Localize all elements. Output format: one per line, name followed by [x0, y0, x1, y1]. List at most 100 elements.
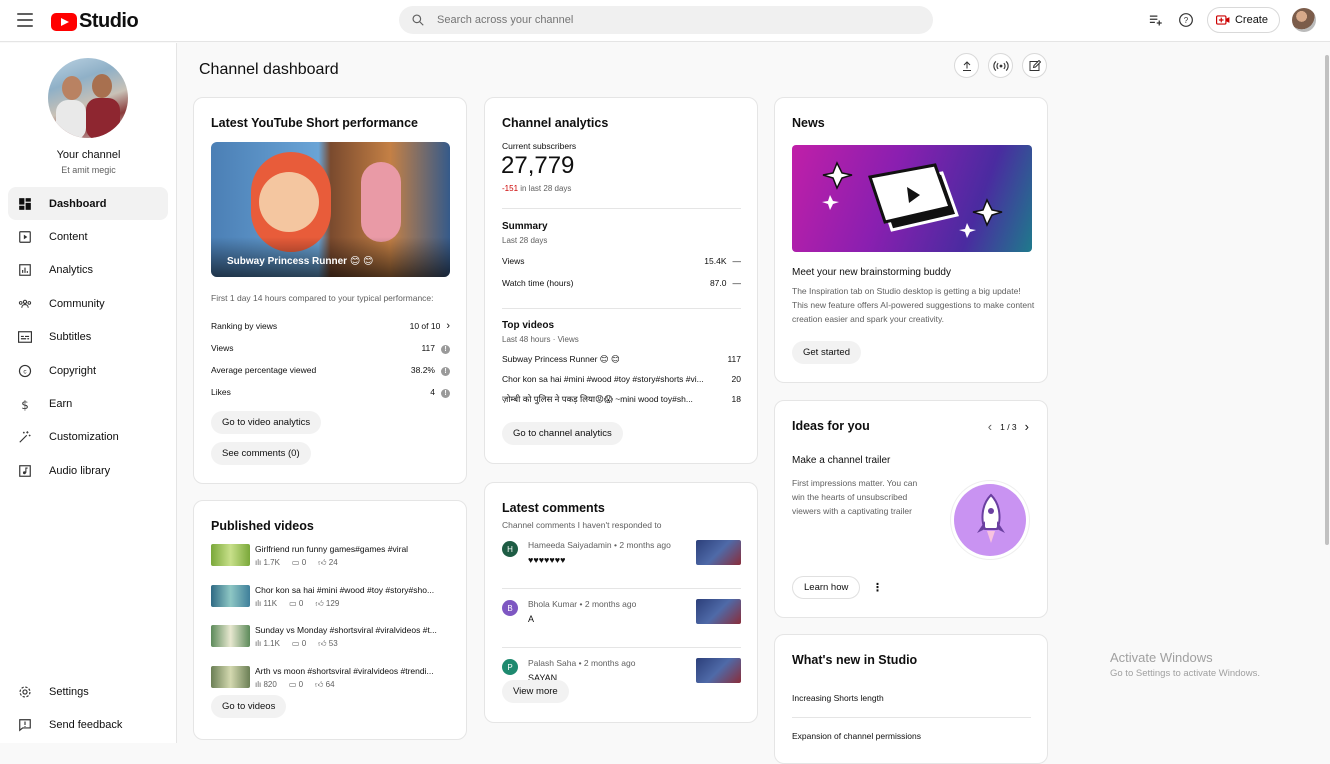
comment-item[interactable]: B Bhola Kumar • 2 months ago A: [502, 599, 741, 647]
get-started-button[interactable]: Get started: [792, 341, 861, 364]
news-body: The Inspiration tab on Studio desktop is…: [792, 286, 1035, 324]
sidebar-item-customization[interactable]: Customization: [8, 421, 168, 454]
sidebar-item-dashboard[interactable]: Dashboard: [8, 187, 168, 221]
help-icon[interactable]: ?: [1177, 11, 1195, 29]
go-to-videos-button[interactable]: Go to videos: [211, 695, 287, 718]
likes-count: 👍︎ 64: [315, 679, 335, 689]
activate-windows-watermark: Activate Windows Go to Settings to activ…: [1110, 650, 1260, 679]
sidebar-item-content[interactable]: Content: [8, 220, 168, 253]
sidebar-item-audio-library[interactable]: Audio library: [8, 454, 168, 487]
upload-icon: [962, 60, 971, 71]
logo-text: Studio: [79, 10, 139, 32]
published-video-item[interactable]: Chor kon sa hai #mini #wood #toy #story#…: [211, 584, 449, 609]
dashboard-icon: [18, 197, 32, 211]
video-title: Sunday vs Monday #shortsviral #viralvide…: [255, 625, 437, 635]
search-input[interactable]: [437, 14, 877, 26]
playlist-add-icon[interactable]: [1147, 11, 1165, 29]
avatar: P: [502, 659, 518, 675]
chevron-right-icon[interactable]: ›: [1025, 419, 1029, 434]
video-thumbnail: [211, 665, 250, 688]
menu-icon[interactable]: [17, 13, 33, 27]
sidebar-item-earn[interactable]: $ Earn: [8, 387, 168, 420]
video-thumbnail[interactable]: [696, 540, 741, 565]
trend-dash-icon: —: [732, 278, 742, 288]
sidebar-item-label: Content: [49, 231, 88, 244]
comments-count: ▭ 0: [291, 558, 307, 567]
published-video-item[interactable]: Sunday vs Monday #shortsviral #viralvide…: [211, 625, 449, 649]
whats-new-item[interactable]: Expansion of channel permissions: [792, 731, 921, 741]
stat-label: Average percentage viewed: [211, 365, 317, 375]
view-more-button[interactable]: View more: [502, 680, 569, 703]
published-video-item[interactable]: Arth vs moon #shortsviral #viralvideos #…: [211, 665, 449, 690]
channel-avatar[interactable]: [48, 58, 128, 138]
upload-button[interactable]: [954, 53, 979, 78]
short-thumbnail[interactable]: Subway Princess Runner 😊 😊: [211, 142, 450, 277]
top-video-row[interactable]: Chor kon sa hai #mini #wood #toy #story#…: [502, 369, 741, 389]
video-thumbnail: [211, 625, 250, 647]
info-icon[interactable]: !: [441, 344, 450, 354]
stat-value: 10 of 10: [409, 321, 441, 331]
latest-short-card: Latest YouTube Short performance Subway …: [193, 97, 467, 484]
sidebar-item-label: Earn: [49, 398, 73, 411]
sidebar-item-send-feedback[interactable]: Send feedback: [8, 708, 168, 741]
stat-value: 4: [430, 386, 435, 397]
search-bar[interactable]: [399, 6, 933, 34]
subscribers-change-period: in last 28 days: [520, 184, 572, 193]
subscribers-label: Current subscribers: [502, 141, 577, 151]
comments-count: ▭ 0: [288, 679, 304, 689]
see-comments-button[interactable]: See comments (0): [211, 442, 311, 465]
summary-period: Last 28 days: [502, 236, 548, 245]
scrollbar[interactable]: [1324, 43, 1330, 545]
copyright-icon: c: [18, 364, 32, 378]
news-image[interactable]: [792, 145, 1032, 252]
sidebar-item-settings[interactable]: Settings: [8, 675, 168, 708]
video-thumbnail[interactable]: [696, 658, 741, 683]
published-video-item[interactable]: Girlfriend run funny games#games #viral …: [211, 544, 449, 568]
studio-logo[interactable]: Studio: [51, 10, 139, 33]
sidebar-item-analytics[interactable]: Analytics: [8, 254, 168, 287]
learn-how-button[interactable]: Learn how: [792, 576, 861, 599]
sidebar-item-label: Send feedback: [49, 719, 123, 732]
create-post-button[interactable]: [1022, 53, 1047, 78]
sparkle-video-icon: [822, 161, 1003, 238]
go-live-button[interactable]: [988, 53, 1013, 78]
svg-text:$: $: [21, 397, 29, 411]
go-to-channel-analytics-button[interactable]: Go to channel analytics: [502, 422, 623, 445]
info-icon[interactable]: !: [441, 366, 450, 376]
sidebar-item-label: Audio library: [49, 464, 111, 477]
comment-icon: ▭: [288, 679, 299, 689]
video-thumbnail[interactable]: [696, 599, 741, 624]
whats-new-item[interactable]: Increasing Shorts length: [792, 693, 884, 703]
sidebar-item-community[interactable]: Community: [8, 287, 168, 320]
likes-count: 👍︎ 129: [315, 598, 340, 608]
sidebar-item-copyright[interactable]: c Copyright: [8, 354, 168, 387]
more-vertical-icon[interactable]: ⋮: [872, 581, 883, 594]
create-button[interactable]: Create: [1206, 7, 1280, 33]
comment-time: • 2 months ago: [579, 599, 637, 609]
views-row: Views 117!: [211, 337, 450, 359]
analytics-icon: [18, 263, 32, 277]
comment-icon: ▭: [291, 558, 302, 567]
top-video-row[interactable]: Subway Princess Runner 😊 😊 117: [502, 349, 741, 369]
ranking-row[interactable]: Ranking by views 10 of 10 ›: [211, 315, 450, 337]
sidebar-item-subtitles[interactable]: Subtitles: [8, 321, 168, 354]
comment-icon: ▭: [291, 639, 302, 648]
info-icon[interactable]: !: [441, 388, 450, 398]
thumb-up-icon: 👍︎: [318, 639, 329, 648]
comment-time: • 2 months ago: [614, 540, 671, 550]
sidebar-item-label: Customization: [49, 431, 119, 444]
youtube-logo-icon: [51, 12, 77, 31]
account-avatar[interactable]: [1292, 8, 1316, 32]
top-video-row[interactable]: ज़ोम्बी को पुलिस ने पकड़ लिया😡😱 ~mini wo…: [502, 389, 741, 409]
chevron-left-icon[interactable]: ‹: [988, 419, 992, 434]
top-videos-title: Top videos: [502, 320, 555, 331]
subscribers-change: -151: [502, 184, 519, 193]
compare-text: First 1 day 14 hours compared to your ty…: [211, 293, 434, 303]
comment-item[interactable]: H Hameeda Saiyadamin • 2 months ago ♥♥♥♥…: [502, 540, 741, 588]
go-to-video-analytics-button[interactable]: Go to video analytics: [211, 411, 322, 434]
sidebar-item-label: Analytics: [49, 264, 94, 277]
comment-author: Hameeda Saiyadamin: [528, 540, 612, 550]
likes-row: Likes 4!: [211, 381, 450, 403]
news-headline: Meet your new brainstorming buddy: [792, 267, 951, 278]
views-count: ılı 1.1K: [255, 639, 280, 648]
